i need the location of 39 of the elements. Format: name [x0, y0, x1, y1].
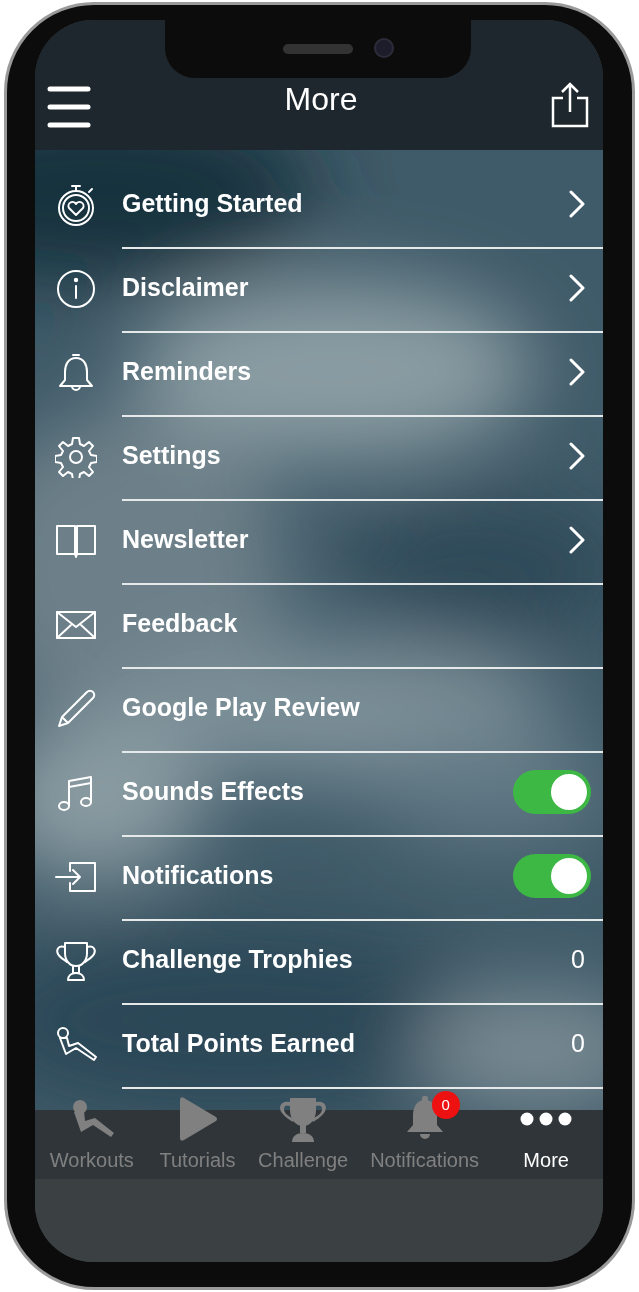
tab-item[interactable]: More — [493, 1095, 599, 1175]
chevron-icon[interactable] — [569, 190, 585, 218]
envelope-icon — [54, 610, 97, 640]
count-value: 0 — [571, 1028, 585, 1060]
tab-item[interactable]: Challenge — [250, 1095, 356, 1175]
chevron-icon[interactable] — [569, 358, 585, 386]
menu-item-label[interactable]: Newsletter — [122, 521, 569, 559]
menu-icon[interactable] — [47, 86, 91, 128]
share-icon[interactable] — [551, 82, 589, 128]
gear-icon — [54, 436, 97, 478]
stopwatch-heart-icon — [55, 183, 96, 227]
chevron-icon[interactable] — [569, 526, 585, 554]
tab-item[interactable]: Workouts — [39, 1095, 145, 1175]
sign-in-icon — [53, 861, 98, 893]
speaker-grille — [283, 44, 353, 54]
menu-item-label[interactable]: Settings — [122, 437, 569, 475]
more-dots-icon — [520, 1112, 573, 1126]
screen-title: More — [284, 80, 358, 119]
pencil-icon — [55, 689, 96, 729]
menu-item-label[interactable]: Feedback — [122, 605, 591, 643]
bell-icon — [56, 352, 95, 394]
count-value: 0 — [571, 944, 585, 976]
chevron-icon[interactable] — [569, 442, 585, 470]
menu-item-label[interactable]: Total Points Earned — [122, 1025, 572, 1063]
chevron-icon[interactable] — [569, 274, 585, 302]
trophy-icon — [278, 1096, 329, 1142]
tab-item[interactable]: Tutorials — [144, 1095, 251, 1175]
menu-item-label[interactable]: Notifications — [122, 857, 513, 895]
book-icon — [54, 524, 97, 558]
menu-item-label[interactable]: Reminders — [122, 353, 569, 391]
toggle-switch[interactable] — [513, 770, 591, 814]
menu-item-label[interactable]: Challenge Trophies — [122, 941, 572, 979]
trophy-icon — [53, 940, 98, 982]
info-icon — [55, 269, 96, 309]
music-note-icon — [56, 773, 95, 813]
menu-item-label[interactable]: Getting Started — [122, 185, 569, 223]
menu-item-label[interactable]: Google Play Review — [122, 689, 591, 727]
menu-item-label[interactable]: Sounds Effects — [122, 773, 513, 811]
menu-item-label[interactable]: Disclaimer — [122, 269, 569, 307]
